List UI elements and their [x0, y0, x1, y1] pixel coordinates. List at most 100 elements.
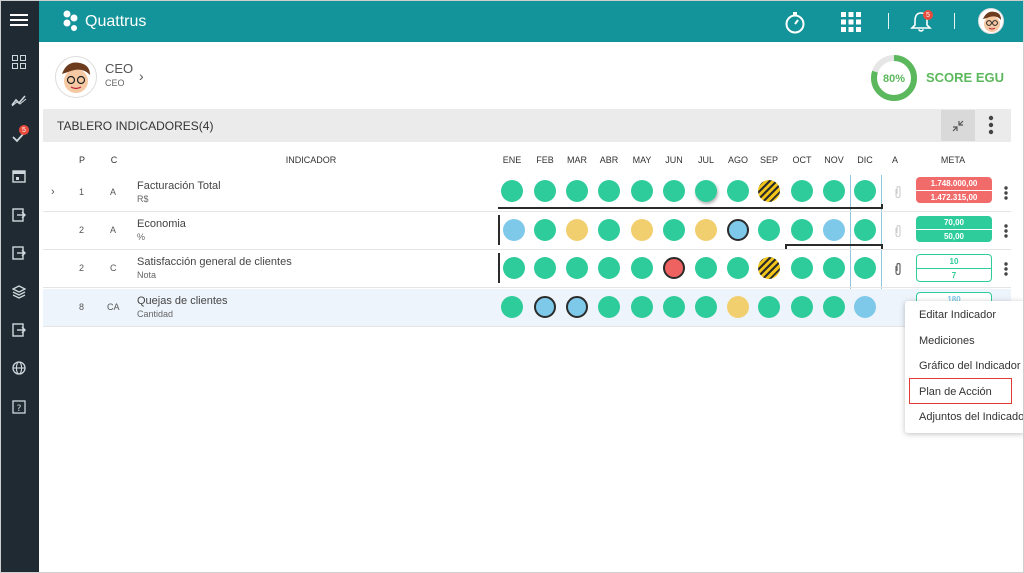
month-status-dot[interactable] — [598, 219, 620, 241]
header-month: AGO — [727, 155, 748, 165]
month-status-dot[interactable] — [631, 219, 653, 241]
month-status-dot[interactable] — [758, 257, 780, 279]
user-avatar[interactable] — [978, 8, 1004, 34]
table-row[interactable]: 2 A Economia % 70,00 50,00 — [43, 212, 1011, 250]
month-status-dot[interactable] — [727, 296, 749, 318]
month-status-dot[interactable] — [854, 219, 876, 241]
month-status-dot[interactable] — [854, 257, 876, 279]
month-status-dot[interactable] — [791, 296, 813, 318]
header-a: A — [891, 155, 898, 165]
layers-icon[interactable] — [10, 283, 28, 301]
month-status-dot[interactable] — [854, 180, 876, 202]
indicator-name[interactable]: Quejas de clientes — [137, 295, 228, 307]
indicator-unit: Cantidad — [137, 309, 174, 319]
apps-grid-icon[interactable] — [838, 9, 864, 35]
collapse-button[interactable] — [941, 110, 975, 141]
month-status-dot[interactable] — [663, 296, 685, 318]
month-status-dot[interactable] — [758, 219, 780, 241]
month-status-dot[interactable] — [534, 180, 556, 202]
month-status-dot[interactable] — [501, 180, 523, 202]
notifications-bell-icon[interactable]: 5 — [908, 9, 934, 35]
month-status-dot[interactable] — [566, 257, 588, 279]
month-status-dot[interactable] — [791, 257, 813, 279]
import-icon[interactable] — [10, 244, 28, 262]
month-status-dot[interactable] — [727, 257, 749, 279]
profile-avatar[interactable] — [55, 56, 97, 98]
month-status-dot[interactable] — [663, 219, 685, 241]
month-status-dot[interactable] — [534, 296, 556, 318]
month-status-dot[interactable] — [663, 257, 685, 279]
month-status-dot[interactable] — [503, 257, 525, 279]
month-status-dot[interactable] — [791, 219, 813, 241]
month-status-dot[interactable] — [631, 296, 653, 318]
indicator-name[interactable]: Satisfacción general de clientes — [137, 256, 292, 268]
score-ring-chart: 80% — [871, 55, 917, 101]
chevron-right-icon[interactable]: › — [139, 68, 144, 84]
profile-name: CEO — [105, 61, 134, 76]
month-status-dot[interactable] — [566, 219, 588, 241]
more-vertical-icon[interactable] — [981, 113, 1001, 137]
menu-item-adjuntos[interactable]: Adjuntos del Indicador — [919, 411, 1023, 423]
globe-icon[interactable] — [10, 359, 28, 377]
more-vertical-icon[interactable] — [999, 260, 1013, 278]
menu-item-editar-indicador[interactable]: Editar Indicador — [919, 309, 996, 321]
logout-icon[interactable] — [10, 321, 28, 339]
attachment-icon[interactable] — [892, 185, 904, 199]
month-status-dot[interactable] — [534, 219, 556, 241]
month-status-dot[interactable] — [598, 296, 620, 318]
indicator-unit: % — [137, 232, 146, 242]
month-status-dot[interactable] — [503, 219, 525, 241]
help-icon[interactable]: ? — [10, 398, 28, 416]
table-row[interactable]: 2 C Satisfacción general de clientes Not… — [43, 250, 1011, 288]
table-row[interactable]: › 1 A Facturación Total R$ 1.748.000,00 … — [43, 174, 1011, 212]
panel-title: TABLERO INDICADORES(4) — [57, 119, 214, 133]
month-status-dot[interactable] — [631, 180, 653, 202]
month-status-dot[interactable] — [501, 296, 523, 318]
month-status-dot[interactable] — [758, 180, 780, 202]
month-status-dot[interactable] — [598, 257, 620, 279]
month-status-dot[interactable] — [566, 180, 588, 202]
month-status-dot[interactable] — [823, 180, 845, 202]
calendar-icon[interactable] — [10, 167, 28, 185]
menu-item-plan-de-accion[interactable]: Plan de Acción — [919, 386, 992, 398]
attachment-icon[interactable] — [892, 262, 904, 276]
more-vertical-icon[interactable] — [999, 184, 1013, 202]
indicator-name[interactable]: Facturación Total — [137, 180, 221, 192]
month-status-dot[interactable] — [598, 180, 620, 202]
hamburger-menu-icon[interactable] — [10, 11, 28, 29]
expand-chevron-icon[interactable]: › — [51, 186, 55, 198]
menu-item-mediciones[interactable]: Mediciones — [919, 335, 975, 347]
month-status-dot[interactable] — [758, 296, 780, 318]
month-status-dot[interactable] — [695, 180, 717, 202]
goal-line — [498, 253, 500, 283]
stopwatch-icon[interactable] — [782, 9, 808, 35]
month-status-dot[interactable] — [695, 219, 717, 241]
tasks-check-icon[interactable]: 5 — [10, 125, 29, 145]
trend-chart-icon[interactable] — [10, 91, 28, 109]
indicator-name[interactable]: Economia — [137, 218, 186, 230]
month-status-dot[interactable] — [695, 257, 717, 279]
meta-bottom-value: 50,00 — [916, 229, 992, 242]
more-vertical-icon[interactable] — [999, 222, 1013, 240]
month-status-dot[interactable] — [534, 257, 556, 279]
month-status-dot[interactable] — [823, 257, 845, 279]
month-status-dot[interactable] — [727, 180, 749, 202]
cell-c: C — [110, 263, 117, 273]
month-status-dot[interactable] — [791, 180, 813, 202]
attachment-icon[interactable] — [892, 224, 904, 238]
month-status-dot[interactable] — [631, 257, 653, 279]
score-ring: 80% — [870, 54, 918, 102]
cell-p: 2 — [79, 225, 85, 235]
menu-item-grafico[interactable]: Gráfico del Indicador — [919, 360, 1021, 372]
month-status-dot[interactable] — [663, 180, 685, 202]
table-row[interactable]: 8 CA Quejas de clientes Cantidad 180 — [43, 289, 1011, 327]
cell-c: CA — [107, 302, 120, 312]
month-status-dot[interactable] — [566, 296, 588, 318]
month-status-dot[interactable] — [823, 219, 845, 241]
exit-icon[interactable] — [10, 206, 28, 224]
month-status-dot[interactable] — [854, 296, 876, 318]
month-status-dot[interactable] — [823, 296, 845, 318]
month-status-dot[interactable] — [695, 296, 717, 318]
dashboard-icon[interactable] — [10, 53, 28, 71]
month-status-dot[interactable] — [727, 219, 749, 241]
